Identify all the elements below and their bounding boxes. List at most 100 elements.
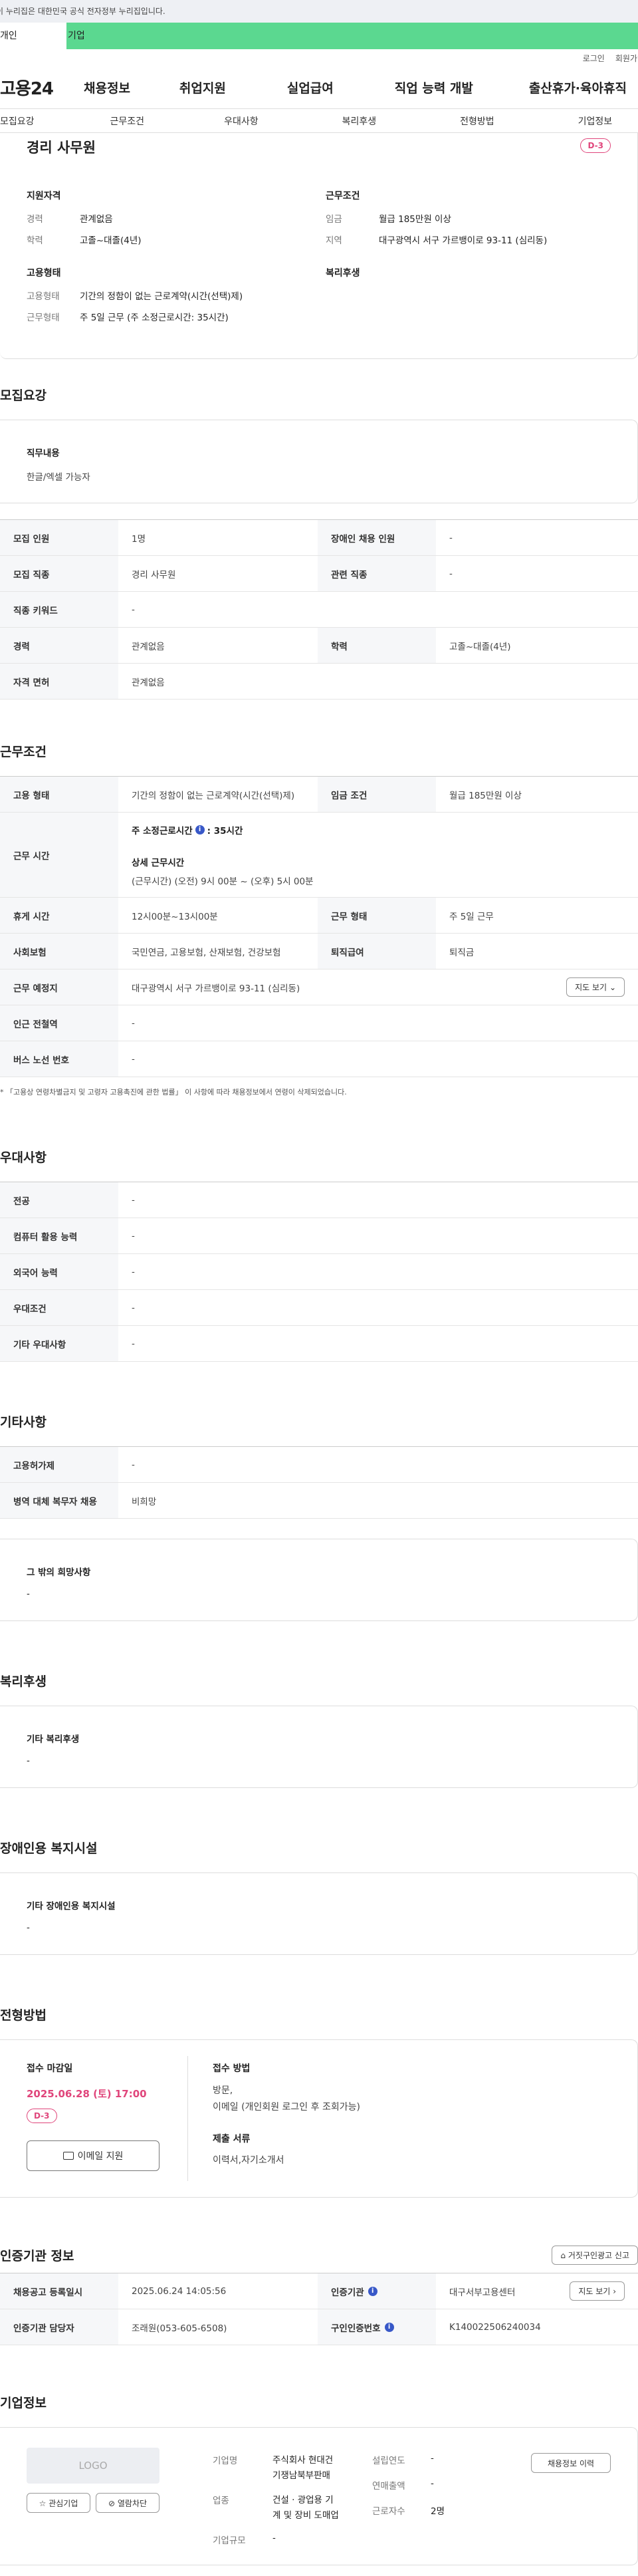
cell-value: - — [132, 1302, 135, 1313]
tab-personal[interactable]: 개인 — [0, 23, 66, 49]
section-title: 기타사항 — [0, 1415, 47, 1430]
cell-label: 모집 인원 — [0, 520, 118, 555]
favorite-company-button[interactable]: ☆ 관심기업 — [27, 2493, 90, 2513]
snb-work[interactable]: 근무조건 — [110, 114, 145, 128]
snb-company[interactable]: 기업정보 — [578, 114, 613, 128]
emp-value: 주 5일 근무 (주 소정근로시간: 35시간) — [80, 313, 229, 323]
etc-section: 기타사항 고용허가제 - 병역 대체 복무자 채용 비희망 그 밖의 희망사항 - — [0, 1412, 638, 1621]
agency-map-button[interactable]: 지도 보기 › — [570, 2281, 625, 2301]
email-apply-label: 이메일 지원 — [77, 2151, 124, 2162]
cell-label: 고용허가제 — [0, 1447, 118, 1482]
login-link[interactable]: 로그인 — [583, 53, 605, 64]
cell-value: 1명 — [132, 533, 146, 545]
divider — [187, 2056, 188, 2181]
company-name: 주식회사 현대건 기쟁남북부판매 — [272, 2455, 334, 2481]
docs-label: 제출 서류 — [213, 2134, 251, 2145]
section-title: 모집요강 — [0, 388, 47, 403]
etc-table: 고용허가제 - 병역 대체 복무자 채용 비희망 — [0, 1446, 638, 1519]
recruit-section: 모집요강 직무내용 한글/엑셀 가능자 모집 인원 1명 장애인 채용 인원 -… — [0, 386, 638, 700]
staff-label: 근로자수 — [372, 2506, 405, 2517]
table-row: 고용허가제 - — [0, 1447, 638, 1483]
info-icon[interactable]: i — [384, 2322, 394, 2332]
gnb-employment-support[interactable]: 취업지원 — [179, 78, 226, 96]
agency-org-cell: 대구서부고용센터 지도 보기 › — [436, 2273, 638, 2309]
cell-label: 전공 — [0, 1182, 118, 1218]
snb-prefer[interactable]: 우대사항 — [224, 114, 259, 128]
cell-value: - — [132, 1017, 135, 1029]
duty-value: 한글/엑셀 가능자 — [27, 472, 90, 483]
cell-value: 대구광역시 서구 가르뱅이로 93-11 (심리동) — [132, 983, 300, 994]
other-wish-card: 그 밖의 희망사항 - — [0, 1539, 638, 1621]
qualification-title: 지원자격 — [27, 191, 61, 201]
table-row: 전공 - — [0, 1182, 638, 1218]
recruit-table: 모집 인원 1명 장애인 채용 인원 - 모집 직종 경리 사무원 관련 직종 … — [0, 519, 638, 700]
hours-main-value: : 35시간 — [207, 825, 243, 837]
gnb-training[interactable]: 직업 능력 개발 — [395, 78, 473, 96]
agency-org-label-cell: 인증기관 i — [318, 2273, 436, 2309]
site-logo[interactable]: 고용24 — [0, 75, 66, 100]
gnb-leave[interactable]: 출산휴가·육아휴직 — [529, 78, 627, 96]
cell-value: 비희망 — [132, 1496, 157, 1507]
table-row: 인증기관 담당자 조래원(053-605-6508) 구인인증번호 i K1400… — [0, 2309, 638, 2345]
table-row: 모집 직종 경리 사무원 관련 직종 - — [0, 556, 638, 592]
signup-link[interactable]: 회원가입 — [615, 53, 638, 64]
map-button[interactable]: 지도 보기 ⌄ — [566, 977, 625, 997]
deadline-value: 2025.06.28 (토) 17:00 — [27, 2088, 147, 2100]
cell-value: 12시00분~13시00분 — [132, 911, 218, 922]
cell-value: 국민연금, 고용보험, 산재보험, 건강보험 — [132, 947, 281, 958]
table-row: 자격 면허 관계없음 — [0, 664, 638, 700]
report-button-label: 거짓구인광고 신고 — [568, 2251, 629, 2260]
tab-business[interactable]: 기업 — [66, 23, 133, 49]
snb-recruit[interactable]: 모집요강 — [0, 114, 35, 128]
snb-selection[interactable]: 전형방법 — [460, 114, 494, 128]
cell-value: 퇴직금 — [449, 947, 475, 958]
table-row: 병역 대체 복무자 채용 비희망 — [0, 1483, 638, 1519]
cell-label: 인증기관 — [331, 2287, 364, 2298]
info-icon[interactable]: i — [368, 2286, 377, 2296]
agency-num-label-cell: 구인인증번호 i — [318, 2309, 436, 2345]
disabled-section: 장애인용 복지시설 기타 장애인용 복지시설 - — [0, 1839, 638, 1955]
qual-label: 경력 — [27, 214, 43, 225]
cell-label: 구인인증번호 — [331, 2323, 381, 2334]
info-icon[interactable]: i — [195, 825, 205, 835]
duty-label: 직무내용 — [27, 448, 60, 459]
job-title: 경리 사무원 — [27, 140, 96, 156]
disabled-label: 기타 장애인용 복지시설 — [27, 1901, 116, 1912]
docs-value: 이력서,자기소개서 — [213, 2155, 284, 2166]
table-row: 고용 형태 기간의 정함이 없는 근로계약(시간(선택)제) 임금 조건 월급 … — [0, 777, 638, 813]
favorite-label: 관심기업 — [49, 2498, 78, 2508]
found: - — [431, 2453, 434, 2464]
company-name-label: 기업명 — [213, 2456, 238, 2466]
cell-label: 퇴직급여 — [318, 934, 436, 969]
gnb-jobs[interactable]: 채용정보 — [84, 78, 130, 96]
cell-label: 외국어 능력 — [0, 1254, 118, 1289]
cell-value: 고졸~대졸(4년) — [449, 641, 511, 652]
table-row: 직종 키워드 - — [0, 592, 638, 628]
cell-value: - — [132, 604, 135, 615]
email-apply-button[interactable]: 이메일 지원 — [27, 2140, 160, 2171]
block-view-button[interactable]: ⊘ 열람차단 — [96, 2493, 160, 2513]
cond-label: 임금 — [326, 214, 342, 225]
history-button[interactable]: 채용정보 이력 — [531, 2453, 611, 2473]
section-title: 기업정보 — [0, 2396, 47, 2410]
cell-label: 버스 노선 번호 — [0, 1041, 118, 1077]
selection-card: 접수 마감일 2025.06.28 (토) 17:00 D-3 이메일 지원 접… — [0, 2039, 638, 2198]
cell-value: 관계없음 — [132, 641, 165, 652]
disabled-value: - — [27, 1922, 30, 1933]
snb-welfare[interactable]: 복리후생 — [342, 114, 377, 128]
report-button[interactable]: ⌂ 거짓구인광고 신고 — [552, 2246, 638, 2265]
section-title: 근무조건 — [0, 745, 47, 759]
agency-section: 인증기관 정보 ⌂ 거짓구인광고 신고 채용공고 등록일시 2025.06.24… — [0, 2246, 638, 2345]
table-row: 근무 예정지 대구광역시 서구 가르뱅이로 93-11 (심리동) 지도 보기 … — [0, 969, 638, 1005]
mail-icon — [62, 2152, 74, 2160]
gnb-unemployment[interactable]: 실업급여 — [287, 78, 334, 96]
found-label: 설립연도 — [372, 2456, 405, 2466]
qual-value: 관계없음 — [80, 214, 113, 225]
global-nav: 고용24 채용정보 취업지원 실업급여 직업 능력 개발 출산휴가·육아휴직 — [0, 66, 638, 109]
cell-value: - — [132, 1230, 135, 1241]
welfare-value: - — [27, 1755, 30, 1766]
cell-label: 채용공고 등록일시 — [0, 2273, 118, 2309]
qual-value: 고졸~대졸(4년) — [80, 235, 142, 246]
cell-label: 경력 — [0, 628, 118, 663]
company-card: LOGO ☆ 관심기업 ⊘ 열람차단 기업명 주식회사 현대건 기쟁남북부판매 … — [0, 2427, 638, 2565]
